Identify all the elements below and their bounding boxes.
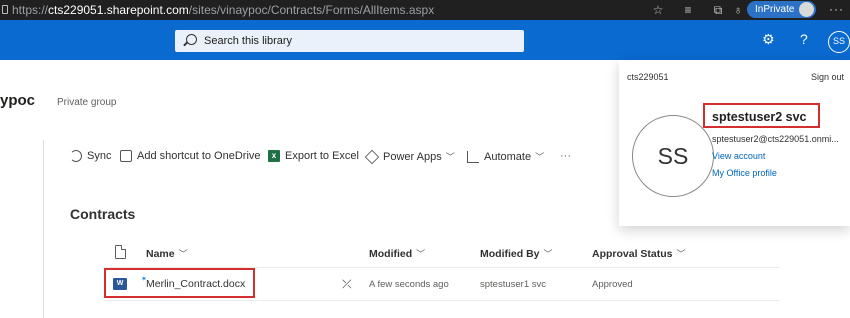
chevron-down-icon: ﹀ [676,249,686,259]
chevron-down-icon: ﹀ [178,249,188,259]
column-header-modified[interactable]: Modified ﹀ [369,247,425,260]
office-profile-link[interactable]: My Office profile [712,168,777,178]
row-divider [103,300,780,301]
browser-avatar [799,2,814,17]
chevron-down-icon: ﹀ [535,152,545,162]
column-header-modified-label: Modified [369,248,413,260]
automate-icon [467,150,479,163]
library-title: Contracts [70,206,136,222]
chevron-down-icon: ﹀ [543,249,553,259]
power-apps-menu[interactable]: Power Apps ﹀ [364,149,455,164]
view-account-link[interactable]: View account [712,151,765,161]
search-input[interactable]: Search this library [175,30,524,52]
shortcut-icon [120,150,132,162]
automate-label: Automate [484,150,532,163]
more-commands-button[interactable]: ··· [560,150,571,162]
automate-menu[interactable]: Automate ﹀ [467,150,544,163]
suite-bar: Search this library ⚙ ? SS [0,20,850,60]
browser-more-icon[interactable]: ··· [829,2,844,16]
export-excel-label: Export to Excel [285,150,359,162]
account-email: sptestuser2@cts229051.onmi... [712,134,839,144]
account-avatar-button[interactable]: SS [828,31,850,53]
column-header-approval-status-label: Approval Status [592,248,673,260]
column-header-name-label: Name [146,248,175,260]
sign-out-link[interactable]: Sign out [811,72,844,82]
favorites-list-icon[interactable]: ≡ [681,3,695,17]
column-header-modified-by-label: Modified By [480,248,540,260]
column-header-name[interactable]: Name ﹀ [146,247,188,260]
add-shortcut-label: Add shortcut to OneDrive [137,150,261,162]
search-icon [186,34,197,45]
column-header-modified-by[interactable]: Modified By ﹀ [480,247,553,260]
inprivate-label: InPrivate [755,4,795,15]
site-visibility-label: Private group [57,97,117,108]
sync-icon [70,150,82,162]
excel-icon: x [268,150,280,162]
search-placeholder: Search this library [204,35,293,47]
address-url[interactable]: https://cts229051.sharepoint.com/sites/v… [12,3,434,17]
browser-address-bar: https://cts229051.sharepoint.com/sites/v… [0,0,850,20]
sync-label: Sync [87,150,112,162]
collections-icon[interactable]: ⧉ [711,3,725,17]
name-highlight-box [703,103,820,128]
file-type-header-icon[interactable] [115,245,126,259]
checked-out-pin-icon: ⤫ [342,277,352,291]
add-shortcut-button[interactable]: Add shortcut to OneDrive [120,150,261,162]
tenant-name: cts229051 [627,72,669,82]
profile-icon[interactable]: ♁ [731,3,745,17]
favorite-star-icon[interactable]: ☆ [651,3,665,17]
modified-cell: A few seconds ago [369,279,449,290]
modified-by-cell[interactable]: sptestuser1 svc [480,279,546,290]
export-excel-button[interactable]: x Export to Excel [268,150,359,162]
sync-button[interactable]: Sync [70,150,111,162]
approval-status-cell: Approved [592,279,633,290]
account-flyout: cts229051 Sign out SS sptestuser2 svc sp… [619,60,850,226]
inprivate-button[interactable]: InPrivate [747,1,816,18]
account-avatar: SS [632,115,714,197]
file-highlight-box [104,268,255,298]
power-apps-label: Power Apps [383,150,442,163]
chevron-down-icon: ﹀ [416,249,426,259]
settings-gear-icon[interactable]: ⚙ [762,31,775,47]
left-panel-divider [43,140,44,318]
power-apps-icon [364,149,380,164]
column-header-approval-status[interactable]: Approval Status ﹀ [592,247,686,260]
help-icon[interactable]: ? [800,31,808,47]
chevron-down-icon: ﹀ [445,152,455,162]
site-title[interactable]: ypoc [0,92,35,109]
lock-icon [2,5,8,14]
